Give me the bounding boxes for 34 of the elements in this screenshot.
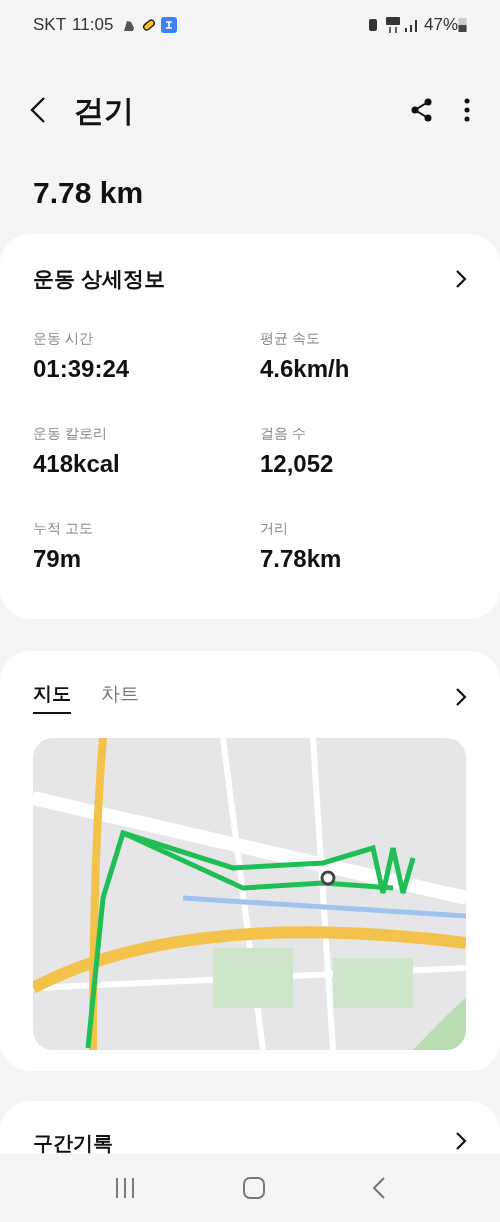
battery-saver-icon: [367, 18, 378, 32]
section-title: 운동 상세정보: [33, 266, 165, 293]
signal-icon: [403, 18, 420, 32]
stat-value: 79m: [33, 544, 83, 574]
stat-label: 거리: [260, 519, 289, 538]
stat-value: 12,052: [260, 449, 335, 479]
recent-apps-icon[interactable]: [113, 1177, 136, 1199]
page-title: 걷기: [74, 92, 134, 129]
distance-total: 7.78 km: [33, 175, 144, 211]
section-title: 구간기록: [33, 1131, 113, 1155]
stat-label: 운동 시간: [33, 329, 94, 348]
tab[interactable]: 차트: [101, 679, 139, 715]
stat-value: 4.6km/h: [260, 354, 351, 384]
battery-icon: [458, 17, 467, 33]
stat-label: 평균 속도: [260, 329, 321, 348]
back-icon[interactable]: [30, 96, 46, 124]
stat-label: 누적 고도: [33, 519, 94, 538]
carrier-text: SKT: [33, 14, 67, 37]
more-icon[interactable]: [464, 98, 470, 122]
battery-text: 47%: [423, 14, 458, 37]
tab[interactable]: 지도: [33, 679, 71, 715]
app-badge-icon: [161, 17, 178, 33]
stat-value: 418kcal: [33, 449, 121, 479]
chevron-right-icon[interactable]: [455, 269, 467, 289]
home-icon[interactable]: [243, 1177, 265, 1199]
stat-label: 운동 칼로리: [33, 424, 108, 443]
clock-text: 11:05: [72, 14, 114, 37]
chevron-right-icon[interactable]: [455, 1131, 467, 1151]
network-5g-icon: [385, 17, 400, 33]
stat-label: 걸음 수: [260, 424, 307, 443]
stat-value: 7.78km: [260, 544, 343, 574]
chevron-right-icon[interactable]: [455, 687, 467, 707]
share-icon[interactable]: [410, 98, 434, 122]
stat-value: 01:39:24: [33, 354, 131, 384]
